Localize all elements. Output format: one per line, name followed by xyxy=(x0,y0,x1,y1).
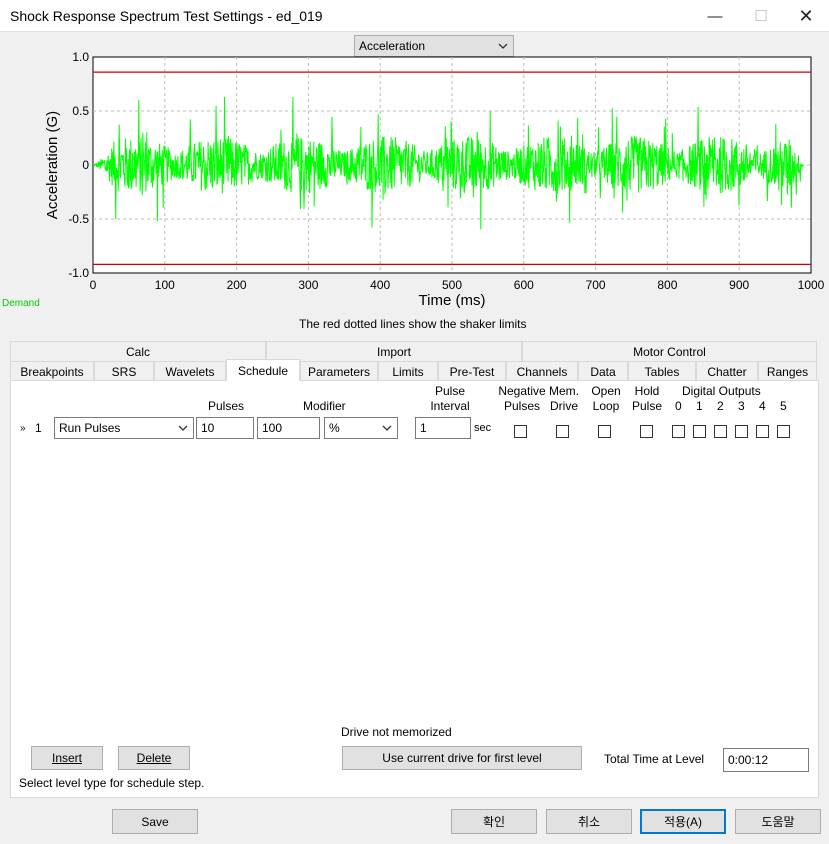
pulses-input[interactable]: 10 xyxy=(196,417,254,439)
digital-output-1-checkbox[interactable] xyxy=(693,425,706,438)
x-axis-ticks: 0 100 200 300 400 500 600 700 800 900 1000 xyxy=(90,278,825,292)
total-time-field[interactable]: 0:00:12 xyxy=(723,748,809,772)
modifier-unit-value: % xyxy=(329,421,340,435)
tab-breakpoints[interactable]: Breakpoints xyxy=(10,361,94,381)
open-loop-header-line1: Open xyxy=(591,384,621,398)
mem-drive-checkbox[interactable] xyxy=(556,425,569,438)
minimize-icon[interactable]: — xyxy=(692,0,738,32)
chevron-down-icon xyxy=(178,425,188,431)
digital-output-3-checkbox[interactable] xyxy=(735,425,748,438)
x-tick-label: 900 xyxy=(729,278,749,292)
pulses-header: Pulses xyxy=(208,399,245,413)
window-title: Shock Response Spectrum Test Settings - … xyxy=(10,8,323,24)
tab-wavelets[interactable]: Wavelets xyxy=(154,361,226,381)
y-axis-ticks: 1.0 0.5 0 -0.5 -1.0 xyxy=(68,50,89,280)
tab-limits[interactable]: Limits xyxy=(378,361,438,381)
digital-output-5-checkbox[interactable] xyxy=(777,425,790,438)
x-tick-label: 400 xyxy=(370,278,390,292)
y-tick-label: 1.0 xyxy=(72,50,89,64)
insert-button[interactable]: Insert xyxy=(31,746,103,770)
tab-tables[interactable]: Tables xyxy=(628,361,696,381)
y-tick-label: -0.5 xyxy=(68,212,89,226)
x-tick-label: 100 xyxy=(155,278,175,292)
negative-pulses-checkbox[interactable] xyxy=(514,425,527,438)
use-current-drive-button[interactable]: Use current drive for first level xyxy=(342,746,582,770)
tab-ranges[interactable]: Ranges xyxy=(758,361,817,381)
mem-drive-header-line1: Mem. xyxy=(549,384,579,398)
level-type-select[interactable]: Run Pulses xyxy=(54,417,194,439)
tab-motor-control[interactable]: Motor Control xyxy=(522,341,817,361)
modifier-value-input[interactable]: 100 xyxy=(257,417,320,439)
tab-channels[interactable]: Channels xyxy=(506,361,578,381)
x-tick-label: 700 xyxy=(586,278,606,292)
pulse-interval-header-line2: Interval xyxy=(430,399,470,413)
acceleration-chart: 0 100 200 300 400 500 600 700 800 900 1000 1.0 0.5 0… xyxy=(44,50,825,309)
x-tick-label: 600 xyxy=(514,278,534,292)
x-tick-label: 0 xyxy=(90,278,97,292)
modifier-header: Modifier xyxy=(303,399,346,413)
maximize-icon: ☐ xyxy=(754,8,768,25)
tab-calc[interactable]: Calc xyxy=(10,341,266,361)
digital-output-0-checkbox[interactable] xyxy=(672,425,685,438)
x-tick-label: 1000 xyxy=(798,278,825,292)
tab-parameters[interactable]: Parameters xyxy=(300,361,378,381)
interval-unit-label: sec xyxy=(474,422,492,434)
tab-import[interactable]: Import xyxy=(266,341,522,361)
x-tick-label: 200 xyxy=(227,278,247,292)
total-time-label: Total Time at Level xyxy=(604,752,705,766)
tab-pre-test[interactable]: Pre-Test xyxy=(438,361,506,381)
digital-output-index-0: 0 xyxy=(675,399,682,413)
chevron-down-icon xyxy=(382,425,392,431)
y-tick-label: -1.0 xyxy=(68,266,89,280)
tab-schedule[interactable]: Schedule xyxy=(226,359,300,381)
digital-output-2-checkbox[interactable] xyxy=(714,425,727,438)
delete-button[interactable]: Delete xyxy=(118,746,190,770)
y-tick-label: 0.5 xyxy=(72,104,89,118)
digital-output-index-4: 4 xyxy=(759,399,766,413)
close-icon[interactable]: ✕ xyxy=(783,0,829,32)
current-row-marker: » xyxy=(20,423,26,434)
hold-pulse-header-line1: Hold xyxy=(634,384,660,398)
cancel-button[interactable]: 취소 xyxy=(546,809,632,834)
digital-output-index-1: 1 xyxy=(696,399,703,413)
hold-pulse-checkbox[interactable] xyxy=(640,425,653,438)
ok-button[interactable]: 확인 xyxy=(451,809,537,834)
row-index: 1 xyxy=(35,421,42,435)
title-bar: Shock Response Spectrum Test Settings - … xyxy=(0,0,829,32)
drive-status-text: Drive not memorized xyxy=(341,725,452,739)
digital-outputs-header: Digital Outputs xyxy=(682,384,761,398)
open-loop-header-line2: Loop xyxy=(592,399,620,413)
hold-pulse-header-line2: Pulse xyxy=(631,399,663,413)
demand-legend: Demand xyxy=(2,298,40,309)
mem-drive-header-line2: Drive xyxy=(549,399,578,413)
y-tick-label: 0 xyxy=(82,158,89,172)
negative-pulses-header-line2: Pulses xyxy=(503,399,541,413)
negative-pulses-header-line1: Negative xyxy=(498,384,546,398)
y-axis-label: Acceleration (G) xyxy=(44,111,61,219)
tab-srs[interactable]: SRS xyxy=(94,361,154,381)
tab-chatter[interactable]: Chatter xyxy=(696,361,758,381)
apply-button[interactable]: 적용(A) xyxy=(640,809,726,834)
digital-output-index-2: 2 xyxy=(717,399,724,413)
open-loop-checkbox[interactable] xyxy=(598,425,611,438)
save-button[interactable]: Save xyxy=(112,809,198,834)
digital-output-index-5: 5 xyxy=(780,399,787,413)
digital-output-4-checkbox[interactable] xyxy=(756,425,769,438)
digital-output-index-3: 3 xyxy=(738,399,745,413)
modifier-unit-select[interactable]: % xyxy=(324,417,398,439)
tab-data[interactable]: Data xyxy=(578,361,628,381)
x-tick-label: 300 xyxy=(298,278,318,292)
x-axis-label: Time (ms) xyxy=(419,292,486,309)
help-button[interactable]: 도움말 xyxy=(735,809,821,834)
x-tick-label: 500 xyxy=(442,278,462,292)
schedule-hint-text: Select level type for schedule step. xyxy=(19,776,205,790)
pulse-interval-header-line1: Pulse xyxy=(434,384,466,398)
pulse-interval-input[interactable]: 1 xyxy=(415,417,471,439)
limits-caption: The red dotted lines show the shaker lim… xyxy=(299,317,527,331)
x-tick-label: 800 xyxy=(657,278,677,292)
level-type-value: Run Pulses xyxy=(59,421,121,435)
